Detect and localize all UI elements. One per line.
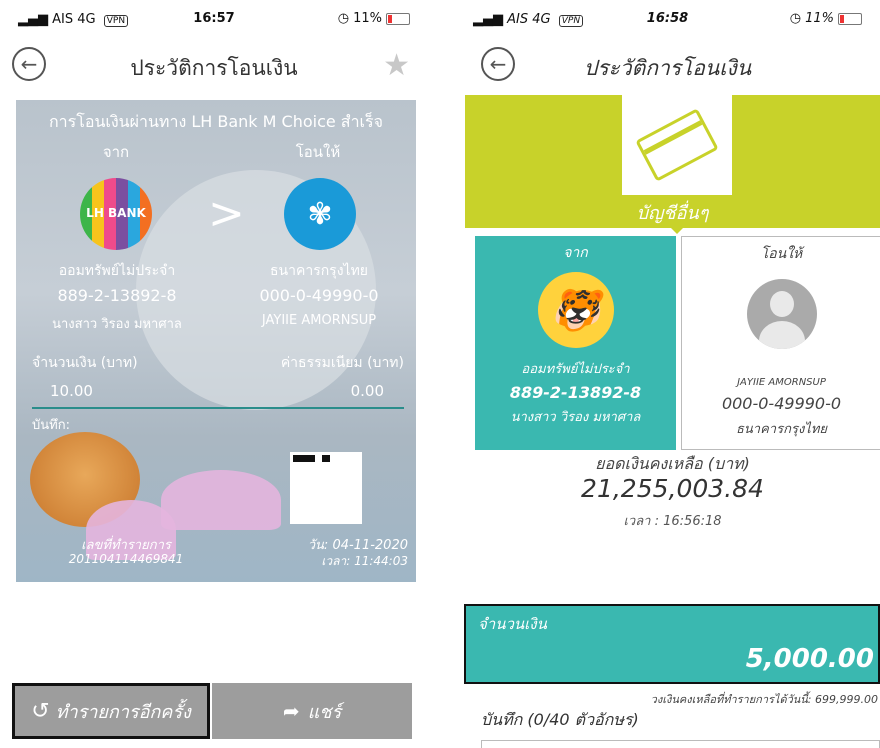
transfer-slip: การโอนเงินผ่านทาง LH Bank M Choice สำเร็… [16,100,416,582]
memo-label: บันทึก: [32,418,70,433]
amount-value: 10.00 [50,382,93,400]
from-account-number: 889-2-13892-8 [509,383,642,402]
amount-block: จำนวนเงิน 5,000.00 [464,604,880,684]
daily-limit-note: วงเงินคงเหลือที่ทำรายการได้วันนี้: 699,9… [650,693,878,706]
krungthai-logo: ✾ [284,178,356,250]
category-label: บัญชีอื่นๆ [636,203,709,224]
user-avatar-icon [746,279,817,349]
share-label: แชร์ [307,701,342,723]
balance-value: 21,255,003.84 [581,474,764,503]
slip-divider [32,407,404,409]
status-bar: ▂▄▆ AIS 4G VPN 16:57 ◷ 11% [0,0,428,40]
nav-bar: ← ประวัติการโอนเงิน [455,42,880,92]
from-label: จาก [102,143,130,161]
amount-label: จำนวนเงิน [478,615,547,633]
lh-bank-logo: LH BANK [80,178,152,250]
battery-percent: 11% [353,11,382,26]
to-account-number: 000-0-49990-0 [259,286,379,305]
alarm-icon: ◷ [337,11,350,26]
fee-value: 0.00 [350,382,384,400]
to-account-number: 000-0-49990-0 [721,394,842,413]
status-bar: ▂▄▆ AIS 4G VPN 16:58 ◷ 11% [455,0,880,40]
nav-bar: ← ประวัติการโอนเงิน ★ [0,42,428,92]
repeat-transaction-button[interactable]: ↺ ทำรายการอีกครั้ง [12,683,210,739]
battery-indicator: ◷ 11% [338,11,410,26]
battery-icon [838,12,862,25]
from-account-name: นางสาว วิรอง มหาศาล [510,410,641,425]
battery-percent: 11% [805,11,834,26]
banner-notch [669,226,685,234]
left-screen: ▂▄▆ AIS 4G VPN 16:57 ◷ 11% ← ประวัติการโ… [0,0,428,748]
battery-indicator: ◷ 11% [790,11,862,26]
qr-code [290,452,362,524]
right-screen: ▂▄▆ AIS 4G VPN 16:58 ◷ 11% ← ประวัติการโ… [455,0,880,748]
memo-label: บันทึก (0/40 ตัวอักษร) [481,710,639,729]
card-icon-box [622,95,732,195]
amount-value: 5,000.00 [745,644,874,674]
share-button[interactable]: ➦ แชร์ [212,683,412,739]
lotus-decoration [161,470,281,530]
to-account-name: JAYIIE AMORNSUP [737,377,826,388]
lh-bank-logo-text: LH BANK [86,206,146,220]
amount-label: จำนวนเงิน (บาท) [32,355,138,371]
repeat-transaction-label: ทำรายการอีกครั้ง [55,701,191,723]
to-bank: ธนาคารกรุงไทย [735,422,828,437]
from-account-name: นางสาว วิรอง มหาศาล [52,317,182,332]
to-account-card: โอนให้ JAYIIE AMORNSUP 000-0-49990-0 ธนา… [681,236,880,450]
share-icon: ➦ [282,699,300,723]
credit-card-icon [635,108,719,182]
to-label: โอนให้ [295,143,341,161]
to-bank: ธนาคารกรุงไทย [269,263,369,279]
from-account-type: ออมทรัพย์ไม่ประจำ [58,263,176,279]
from-account-type: ออมทรัพย์ไม่ประจำ [521,362,630,377]
refresh-icon: ↺ [31,698,50,724]
page-title: ประวัติการโอนเงิน [130,56,298,80]
balance-time: เวลา : 16:56:18 [623,514,722,529]
transfer-arrow-icon: > [208,188,245,239]
page-title: ประวัติการโอนเงิน [583,56,752,80]
from-account-card: จาก 🐯 ออมทรัพย์ไม่ประจำ 889-2-13892-8 นา… [475,236,676,450]
alarm-icon: ◷ [789,11,802,26]
to-account-name: JAYIIE AMORNSUP [261,313,377,328]
ref-number: 201104114469841 [68,552,184,566]
favorite-star-icon[interactable]: ★ [383,48,410,83]
from-label: จาก [563,245,588,261]
to-label: โอนให้ [760,246,803,262]
slip-headline: การโอนเงินผ่านทาง LH Bank M Choice สำเร็… [48,112,383,131]
from-account-number: 889-2-13892-8 [57,286,177,305]
fee-label: ค่าธรรมเนียม (บาท) [280,355,404,371]
memo-input[interactable] [481,740,880,748]
battery-icon [386,12,410,25]
transaction-time: เวลา: 11:44:03 [321,554,408,568]
tiger-avatar-icon: 🐯 [537,272,614,348]
